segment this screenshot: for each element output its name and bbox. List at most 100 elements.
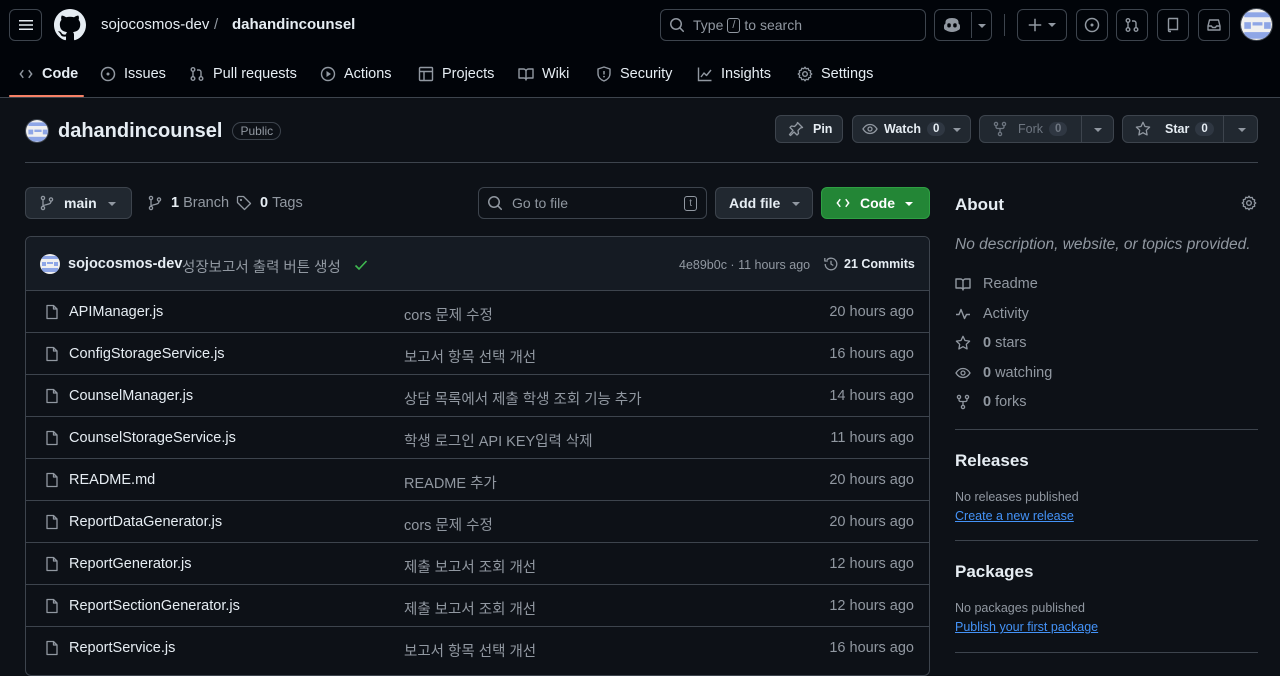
readme-link[interactable]: Readme: [955, 274, 1038, 294]
commit-author-avatar[interactable]: [40, 254, 60, 274]
file-name[interactable]: README.md: [69, 472, 155, 488]
file-row[interactable]: README.md README 추가 20 hours ago: [26, 459, 929, 501]
file-row[interactable]: ReportGenerator.js 제출 보고서 조회 개선 12 hours…: [26, 543, 929, 585]
file-commit-time: 12 hours ago: [829, 598, 914, 614]
tab-settings[interactable]: Settings: [797, 50, 873, 98]
menu-button[interactable]: [9, 9, 42, 41]
branches-link[interactable]: 1 Branch: [147, 195, 229, 211]
inbox-button[interactable]: [1198, 9, 1230, 41]
forks-link[interactable]: 0 forks: [955, 392, 1027, 412]
tab-code[interactable]: Code: [18, 50, 78, 98]
fork-button[interactable]: Fork 0: [979, 115, 1114, 143]
file-commit-message[interactable]: 학생 로그인 API KEY입력 삭제: [404, 430, 593, 451]
book-icon: [518, 68, 534, 81]
copilot-button[interactable]: [934, 9, 992, 41]
file-commit-message[interactable]: 보고서 항목 선택 개선: [404, 640, 536, 661]
file-row[interactable]: CounselManager.js 상담 목록에서 제출 학생 조회 기능 추가…: [26, 375, 929, 417]
activity-link[interactable]: Activity: [955, 304, 1029, 324]
file-row[interactable]: APIManager.js cors 문제 수정 20 hours ago: [26, 291, 929, 333]
file-commit-message[interactable]: cors 문제 수정: [404, 304, 493, 325]
code-dropdown-button[interactable]: Code: [821, 187, 930, 219]
issues-shortcut-button[interactable]: [1076, 9, 1108, 41]
user-avatar[interactable]: [1240, 8, 1273, 41]
sidebar-divider: [955, 652, 1258, 653]
tab-actions[interactable]: Actions: [320, 50, 392, 98]
go-to-file-input[interactable]: Go to file t: [478, 187, 707, 219]
watching-label: watching: [995, 365, 1053, 381]
code-icon: [836, 198, 850, 208]
tab-wiki[interactable]: Wiki: [518, 50, 569, 98]
file-commit-message[interactable]: cors 문제 수정: [404, 514, 493, 535]
tags-link[interactable]: 0 Tags: [236, 195, 303, 211]
publish-package-link[interactable]: Publish your first package: [955, 620, 1098, 634]
file-name[interactable]: APIManager.js: [69, 304, 163, 320]
file-row[interactable]: ReportSectionGenerator.js 제출 보고서 조회 개선 1…: [26, 585, 929, 627]
copilot-icon: [944, 18, 960, 32]
file-icon: [46, 430, 58, 446]
packages-heading[interactable]: Packages: [955, 562, 1033, 582]
file-row[interactable]: CounselStorageService.js 학생 로그인 API KEY입…: [26, 417, 929, 459]
file-name[interactable]: ReportSectionGenerator.js: [69, 598, 240, 614]
check-icon[interactable]: [353, 257, 369, 273]
star-button[interactable]: Star 0: [1122, 115, 1258, 143]
file-name[interactable]: ReportGenerator.js: [69, 556, 192, 572]
tab-pull-requests[interactable]: Pull requests: [189, 50, 297, 98]
file-name[interactable]: CounselStorageService.js: [69, 430, 236, 446]
github-logo[interactable]: [54, 9, 86, 41]
breadcrumb-owner[interactable]: sojocosmos-dev: [101, 16, 209, 33]
watching-link[interactable]: 0 watching: [955, 363, 1052, 383]
create-release-link[interactable]: Create a new release: [955, 509, 1074, 523]
file-commit-message[interactable]: 상담 목록에서 제출 학생 조회 기능 추가: [404, 388, 642, 409]
tab-security[interactable]: Security: [596, 50, 672, 98]
gear-icon[interactable]: [1241, 195, 1257, 211]
watch-count: 0: [927, 122, 946, 136]
file-commit-message[interactable]: 제출 보고서 조회 개선: [404, 598, 536, 619]
title-divider: [25, 162, 1258, 163]
tab-label: Actions: [344, 66, 392, 82]
file-commit-message[interactable]: README 추가: [404, 472, 497, 493]
file-row[interactable]: ReportDataGenerator.js cors 문제 수정 20 hou…: [26, 501, 929, 543]
fork-icon: [993, 121, 1007, 137]
file-name[interactable]: CounselManager.js: [69, 388, 193, 404]
file-commit-time: 12 hours ago: [829, 556, 914, 572]
file-row[interactable]: ConfigStorageService.js 보고서 항목 선택 개선 16 …: [26, 333, 929, 375]
add-file-button[interactable]: Add file: [715, 187, 813, 219]
pull-requests-shortcut-button[interactable]: [1116, 9, 1148, 41]
file-commit-message[interactable]: 보고서 항목 선택 개선: [404, 346, 536, 367]
watch-button[interactable]: Watch 0: [852, 115, 971, 143]
breadcrumb-repo[interactable]: dahandincounsel: [232, 16, 355, 33]
file-name[interactable]: ReportService.js: [69, 640, 175, 656]
tag-count-label: Tags: [272, 195, 303, 211]
tab-issues[interactable]: Issues: [100, 50, 166, 98]
branch-selector[interactable]: main: [25, 187, 132, 219]
releases-heading[interactable]: Releases: [955, 451, 1029, 471]
stars-label: stars: [995, 335, 1027, 351]
repositories-shortcut-button[interactable]: [1157, 9, 1189, 41]
repo-owner-avatar[interactable]: [25, 119, 49, 143]
tab-insights[interactable]: Insights: [697, 50, 771, 98]
watching-count: 0: [983, 365, 992, 381]
top-bar: sojocosmos-dev / dahandincounsel Type / …: [0, 0, 1280, 50]
tab-projects[interactable]: Projects: [418, 50, 494, 98]
commit-author[interactable]: sojocosmos-dev: [68, 256, 182, 272]
file-row[interactable]: ReportService.js 보고서 항목 선택 개선 16 hours a…: [26, 627, 929, 669]
global-search-input[interactable]: Type / to search: [660, 9, 926, 41]
file-name[interactable]: ReportDataGenerator.js: [69, 514, 222, 530]
create-new-button[interactable]: [1017, 9, 1067, 41]
stars-link[interactable]: 0 stars: [955, 333, 1027, 353]
tag-count: 0: [260, 195, 269, 211]
commit-message[interactable]: 성장보고서 출력 버튼 생성: [182, 256, 341, 277]
go-to-file-placeholder: Go to file: [512, 195, 569, 211]
commit-hash-time[interactable]: 4e89b0c · 11 hours ago: [679, 258, 810, 272]
branch-count-label: Branch: [183, 195, 230, 211]
tab-label: Insights: [721, 66, 771, 82]
file-icon: [46, 640, 58, 656]
file-commit-message[interactable]: 제출 보고서 조회 개선: [404, 556, 536, 577]
play-icon: [320, 66, 336, 82]
commits-history-link[interactable]: 21 Commits: [823, 256, 915, 272]
fork-icon: [956, 394, 970, 410]
file-name[interactable]: ConfigStorageService.js: [69, 346, 225, 362]
pin-button[interactable]: Pin: [775, 115, 843, 143]
repo-name[interactable]: dahandincounsel: [58, 120, 222, 143]
code-button-label: Code: [860, 195, 895, 211]
